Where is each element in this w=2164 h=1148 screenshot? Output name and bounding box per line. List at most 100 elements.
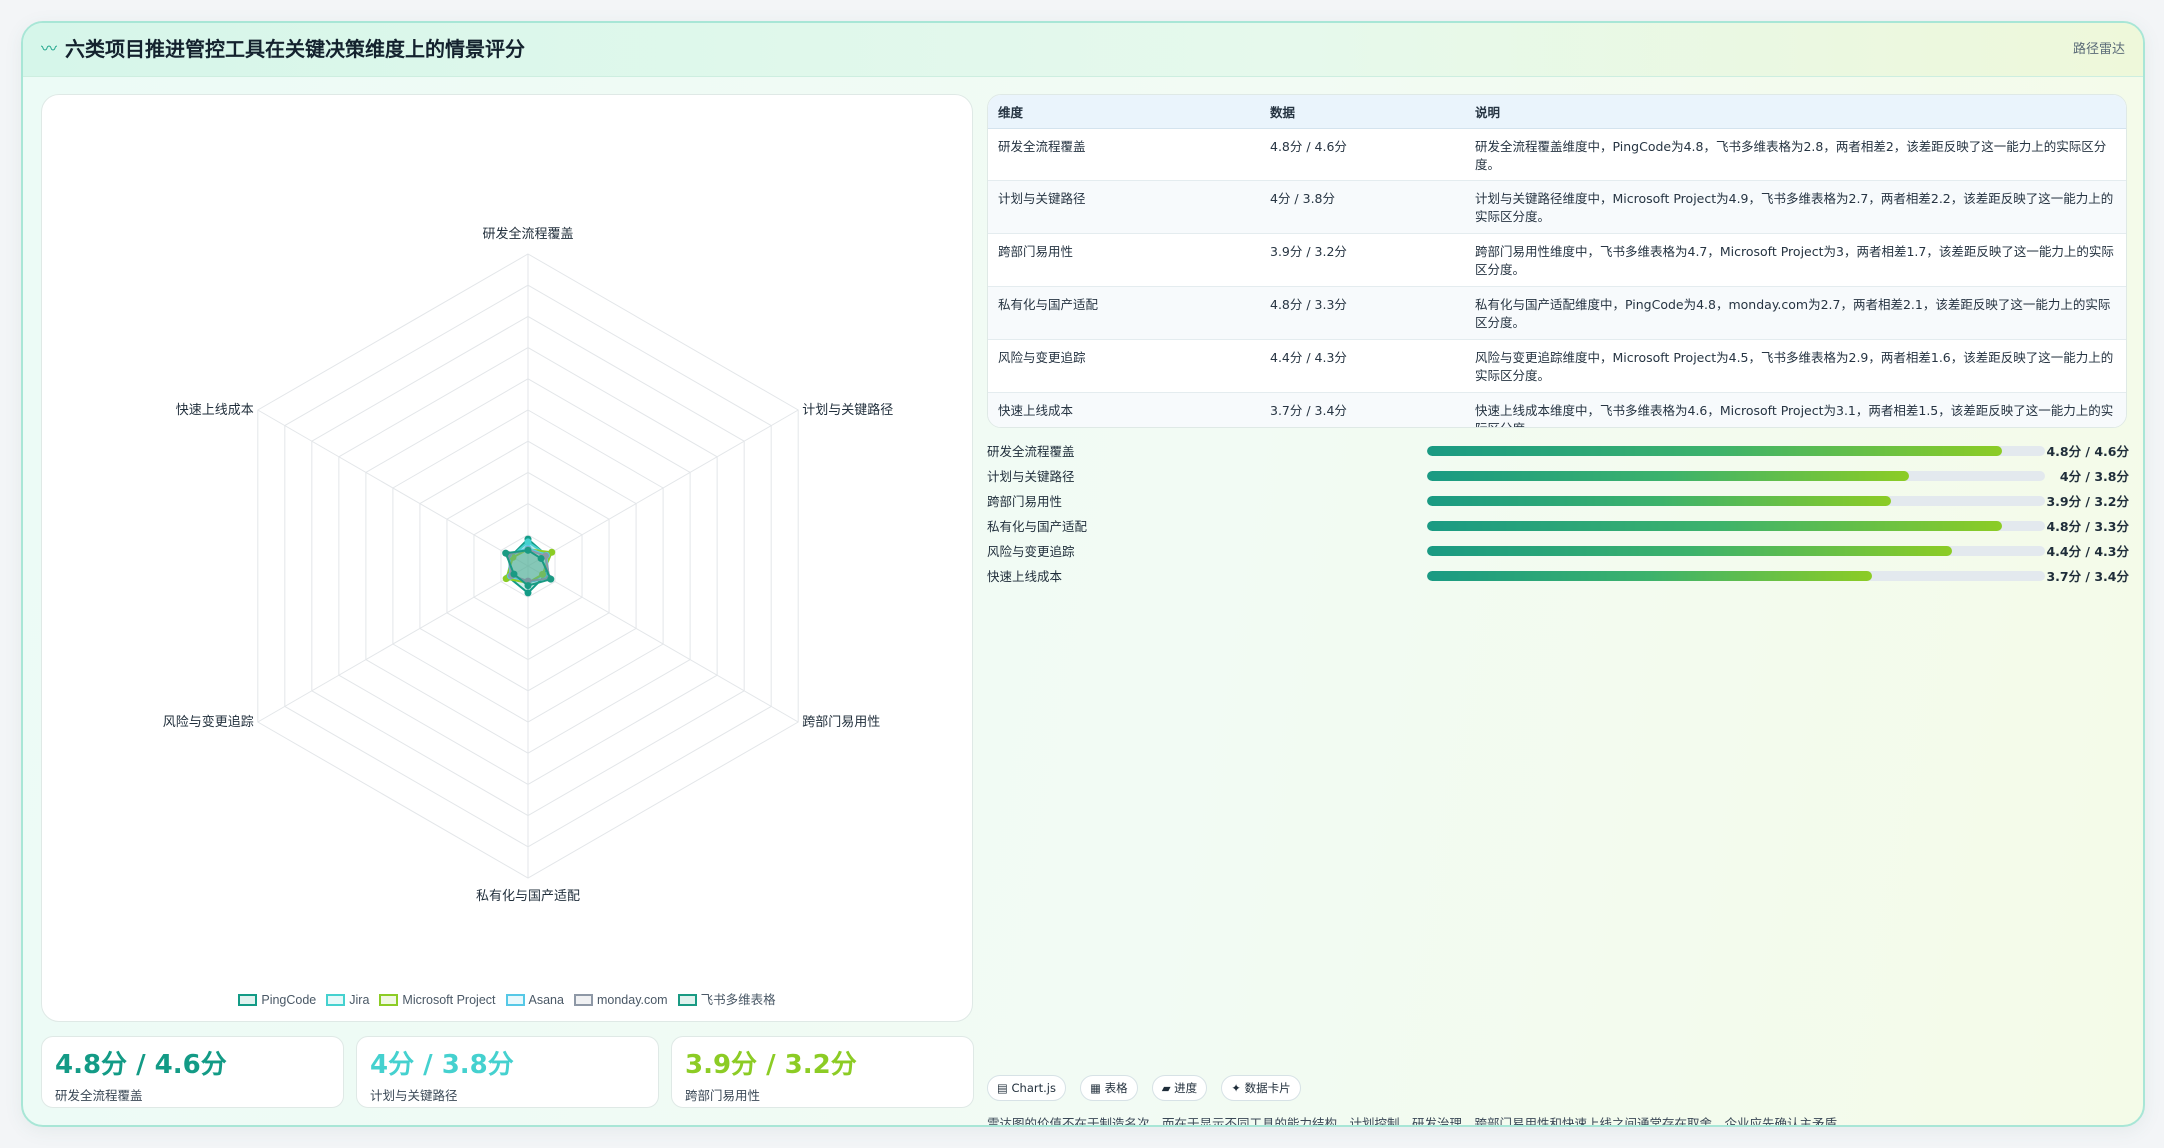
progress-fill	[1427, 521, 2002, 531]
progress-track	[1427, 546, 2045, 556]
progress-track	[1427, 471, 2045, 481]
progress-label: 快速上线成本	[987, 569, 1063, 584]
progress-track	[1427, 496, 2045, 506]
radar-series-point	[524, 538, 532, 546]
footer-note: 雷达图的价值不在于制造名次，而在于显示不同工具的能力结构。计划控制、研发治理、跨…	[987, 1116, 1850, 1127]
kpi-label: 研发全流程覆盖	[55, 1088, 143, 1103]
radar-series-point	[547, 575, 555, 583]
progress-row: 私有化与国产适配 4.8分 / 3.3分	[987, 513, 2129, 538]
trend-icon: 〰	[41, 39, 58, 58]
kpi-value: 4分 / 3.8分	[370, 1050, 514, 1080]
cell-note: 跨部门易用性维度中，飞书多维表格为4.7，Microsoft Project为3…	[1465, 233, 2126, 287]
column-header[interactable]: 维度	[988, 95, 1260, 129]
table-row: 风险与变更追踪 4.4分 / 4.3分 风险与变更追踪维度中，Microsoft…	[988, 339, 2126, 393]
progress-label: 研发全流程覆盖	[987, 444, 1075, 459]
legend-swatch	[238, 994, 258, 1006]
radar-axis-label: 跨部门易用性	[802, 715, 880, 730]
legend-swatch	[573, 994, 593, 1006]
legend-label: Asana	[528, 993, 564, 1007]
table-row: 快速上线成本 3.7分 / 3.4分 快速上线成本维度中，飞书多维表格为4.6，…	[988, 392, 2126, 427]
kpi-label: 计划与关键路径	[370, 1088, 458, 1103]
progress-row: 研发全流程覆盖 4.8分 / 4.6分	[987, 438, 2129, 463]
cell-dimension: 计划与关键路径	[988, 180, 1260, 234]
progress-value: 3.7分 / 3.4分	[2046, 569, 2129, 584]
dimension-table: 维度 数据 说明 研发全流程覆盖 4.8分 / 4.6分 研发全流程覆盖维度中，…	[987, 94, 2127, 428]
dashboard-card: 〰 六类项目推进管控工具在关键决策维度上的情景评分 路径雷达 研发全流程覆盖 计划…	[21, 21, 2145, 1127]
cell-data: 4.4分 / 4.3分	[1260, 339, 1465, 393]
progress-row: 计划与关键路径 4分 / 3.8分	[987, 463, 2129, 488]
progress-fill	[1427, 496, 1891, 506]
legend-item[interactable]: Jira	[326, 993, 369, 1007]
legend-item[interactable]: PingCode	[238, 993, 316, 1007]
progress-fill	[1427, 446, 2002, 456]
kpi-card-1: 4.8分 / 4.6分 研发全流程覆盖	[41, 1036, 344, 1108]
progress-value: 3.9分 / 3.2分	[2046, 494, 2129, 509]
radar-series-point	[510, 570, 518, 578]
cell-data: 4.8分 / 4.6分	[1260, 128, 1465, 181]
chart-legend[interactable]: PingCode Jira Microsoft Project Asana monday…	[42, 989, 972, 1008]
progress-value: 4.8分 / 4.6分	[2046, 444, 2129, 459]
kpi-value: 3.9分 / 3.2分	[685, 1050, 857, 1080]
radar-series-point	[524, 546, 532, 554]
table-row: 研发全流程覆盖 4.8分 / 4.6分 研发全流程覆盖维度中，PingCode为…	[988, 128, 2126, 181]
legend-item[interactable]: monday.com	[573, 993, 668, 1007]
radar-chart: 研发全流程覆盖计划与关键路径跨部门易用性私有化与国产适配 风险与变更追踪 快速上线成…	[163, 226, 893, 904]
legend-item[interactable]: Asana	[505, 993, 564, 1007]
progress-fill	[1427, 571, 1872, 581]
cell-dimension: 跨部门易用性	[988, 233, 1260, 287]
chip-data-card[interactable]: ✦ 数据卡片	[1221, 1075, 1301, 1101]
progress-track	[1427, 521, 2045, 531]
cell-note: 计划与关键路径维度中，Microsoft Project为4.9，飞书多维表格为…	[1465, 180, 2126, 234]
kpi-value: 4.8分 / 4.6分	[55, 1050, 227, 1080]
progress-fill	[1427, 471, 1910, 481]
progress-label: 跨部门易用性	[987, 494, 1063, 509]
chip-table[interactable]: ▦ 表格	[1080, 1075, 1138, 1101]
radar-axis-label: 计划与关键路径	[802, 402, 893, 418]
cell-note: 研发全流程覆盖维度中，PingCode为4.8，飞书多维表格为2.8，两者相差2…	[1465, 128, 2126, 181]
legend-swatch	[677, 994, 697, 1006]
legend-label: 飞书多维表格	[700, 993, 776, 1007]
table-header-row: 维度 数据 说明	[988, 95, 2126, 129]
cell-dimension: 快速上线成本	[988, 392, 1260, 427]
table-row: 私有化与国产适配 4.8分 / 3.3分 私有化与国产适配维度中，PingCod…	[988, 286, 2126, 340]
chip-progress[interactable]: ▰ 进度	[1151, 1075, 1208, 1101]
column-header[interactable]: 说明	[1465, 95, 2126, 129]
legend-label: PingCode	[261, 993, 317, 1007]
progress-list: 研发全流程覆盖 4.8分 / 4.6分 计划与关键路径 4分 / 3.8分 跨部…	[987, 438, 2129, 588]
column-header[interactable]: 数据	[1260, 95, 1465, 129]
legend-swatch	[326, 994, 346, 1006]
legend-label: monday.com	[596, 993, 668, 1007]
progress-row: 快速上线成本 3.7分 / 3.4分	[987, 563, 2129, 588]
cell-data: 3.7分 / 3.4分	[1260, 392, 1465, 427]
progress-row: 风险与变更追踪 4.4分 / 4.3分	[987, 538, 2129, 563]
kpi-card-2: 4分 / 3.8分 计划与关键路径	[356, 1036, 659, 1108]
cell-note: 风险与变更追踪维度中，Microsoft Project为4.5，飞书多维表格为…	[1465, 339, 2126, 393]
radar-series-point	[524, 589, 532, 597]
progress-track	[1427, 446, 2045, 456]
cell-note: 私有化与国产适配维度中，PingCode为4.8，monday.com为2.7，…	[1465, 286, 2126, 340]
legend-item[interactable]: 飞书多维表格	[677, 989, 776, 1008]
kpi-card-3: 3.9分 / 3.2分 跨部门易用性	[671, 1036, 974, 1108]
header-bar: 〰 六类项目推进管控工具在关键决策维度上的情景评分 路径雷达	[23, 23, 2143, 77]
legend-label: Microsoft Project	[402, 993, 496, 1007]
cell-dimension: 私有化与国产适配	[988, 286, 1260, 340]
cell-dimension: 风险与变更追踪	[988, 339, 1260, 393]
progress-fill	[1427, 546, 1953, 556]
tech-chips: ▤ Chart.js ▦ 表格 ▰ 进度 ✦ 数据卡片	[987, 1075, 1310, 1101]
radar-chart-panel: 研发全流程覆盖 计划与关键路径 跨部门易用性 私有化与国产适配 风险与变更追踪 快速上线成…	[41, 94, 973, 1022]
cell-note: 快速上线成本维度中，飞书多维表格为4.6，Microsoft Project为3…	[1465, 392, 2126, 427]
progress-value: 4分 / 3.8分	[2059, 469, 2129, 484]
radar-series-point	[537, 554, 545, 562]
cell-data: 4.8分 / 3.3分	[1260, 286, 1465, 340]
legend-label: Jira	[349, 993, 370, 1007]
table-row: 计划与关键路径 4分 / 3.8分 计划与关键路径维度中，Microsoft P…	[988, 180, 2126, 234]
chip-chartjs[interactable]: ▤ Chart.js	[987, 1075, 1066, 1101]
page-title: 六类项目推进管控工具在关键决策维度上的情景评分	[65, 37, 525, 61]
radar-axis-label: 风险与变更追踪	[163, 714, 254, 730]
radar-axis-label: 快速上线成本	[176, 403, 254, 418]
legend-swatch	[379, 994, 399, 1006]
legend-swatch	[505, 994, 525, 1006]
kpi-label: 跨部门易用性	[685, 1088, 761, 1103]
header-tag: 路径雷达	[2072, 42, 2125, 57]
legend-item[interactable]: Microsoft Project	[379, 993, 496, 1007]
